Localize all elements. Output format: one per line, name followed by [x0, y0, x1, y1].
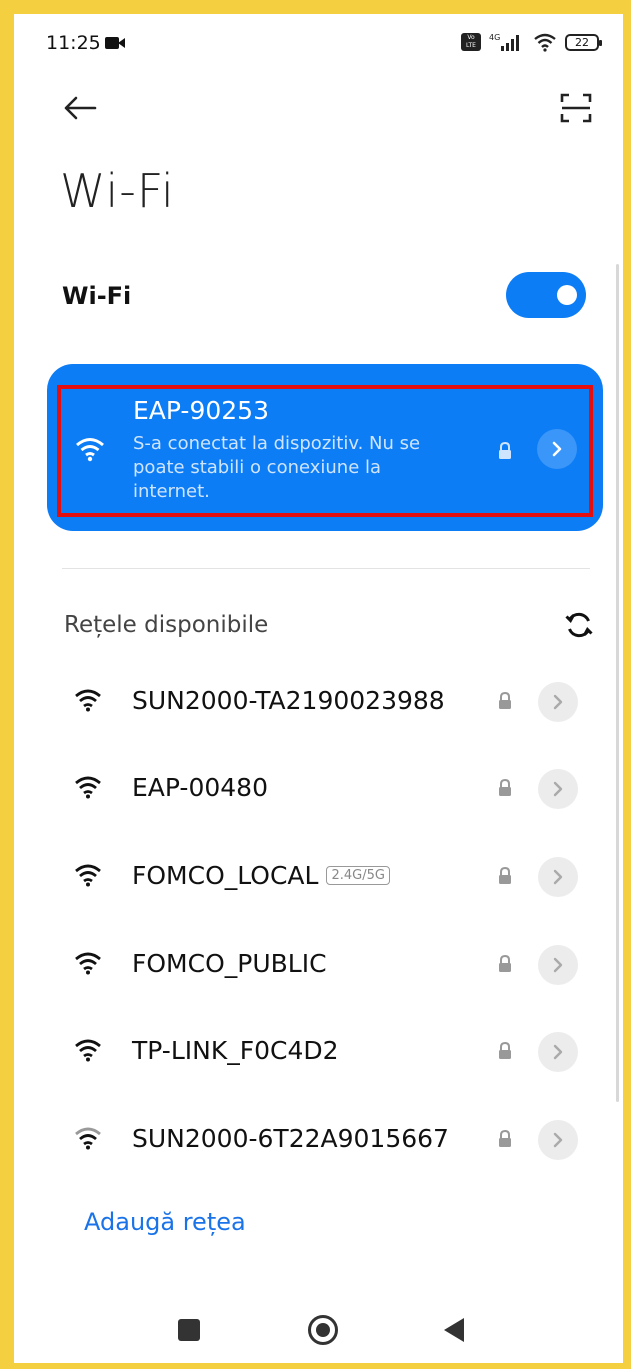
video-camera-icon: [104, 36, 127, 50]
status-time-text: 11:25: [46, 32, 101, 54]
network-name: SUN2000-TA2190023988: [132, 686, 445, 715]
lock-icon: [499, 955, 511, 972]
lock-icon: [499, 692, 511, 709]
lock-icon: [499, 1042, 511, 1059]
network-name-text: FOMCO_LOCAL: [132, 861, 319, 890]
network-name: FOMCO_PUBLIC: [132, 949, 327, 978]
network-details-button[interactable]: [538, 769, 578, 809]
cellular-signal-icon: 4G: [489, 33, 519, 51]
connected-network-name: EAP-90253: [133, 396, 269, 425]
status-icons: Vo LTE 4G 22: [461, 32, 602, 52]
network-name: EAP-00480: [132, 773, 268, 802]
chevron-right-icon: [553, 781, 563, 797]
wifi-signal-icon: [75, 689, 101, 712]
network-name-text: FOMCO_PUBLIC: [132, 949, 327, 978]
wifi-signal-icon: [75, 952, 101, 975]
band-badge: 2.4G/5G: [326, 866, 390, 885]
network-row[interactable]: FOMCO_PUBLIC: [14, 935, 623, 995]
available-networks-header: Rețele disponibile: [64, 612, 269, 638]
network-details-button[interactable]: [538, 857, 578, 897]
network-details-button[interactable]: [538, 682, 578, 722]
home-button[interactable]: [308, 1315, 338, 1345]
navigation-bar: [14, 1299, 623, 1359]
network-details-button[interactable]: [538, 1120, 578, 1160]
lock-icon: [499, 442, 511, 459]
wifi-toggle-label: Wi-Fi: [62, 282, 132, 310]
network-name: FOMCO_LOCAL 2.4G/5G: [132, 861, 390, 890]
chevron-right-icon: [553, 1132, 563, 1148]
network-details-button[interactable]: [537, 429, 577, 469]
wifi-signal-icon: [75, 1127, 101, 1150]
network-details-button[interactable]: [538, 945, 578, 985]
network-row[interactable]: FOMCO_LOCAL 2.4G/5G: [14, 847, 623, 907]
network-name: TP-LINK_F0C4D2: [132, 1036, 339, 1065]
network-row[interactable]: EAP-00480: [14, 759, 623, 819]
nav-back-button[interactable]: [444, 1318, 464, 1342]
network-row[interactable]: SUN2000-TA2190023988: [14, 672, 623, 732]
divider: [62, 568, 590, 569]
refresh-icon: [565, 612, 593, 638]
network-type-label: 4G: [489, 33, 500, 42]
back-button[interactable]: [58, 86, 102, 130]
connected-network-card[interactable]: EAP-90253 S-a conectat la dispozitiv. Nu…: [47, 364, 603, 531]
status-time: 11:25: [46, 32, 127, 54]
wifi-signal-icon: [75, 864, 101, 887]
network-name-text: TP-LINK_F0C4D2: [132, 1036, 339, 1065]
wifi-signal-icon: [75, 776, 101, 799]
phone-screen: 11:25 Vo LTE 4G 22 Wi-Fi Wi-Fi EAP-90253…: [14, 14, 623, 1363]
lock-icon: [499, 779, 511, 796]
scan-icon: [560, 93, 592, 123]
chevron-right-icon: [553, 1044, 563, 1060]
add-network-link[interactable]: Adaugă rețea: [84, 1208, 246, 1236]
network-row[interactable]: SUN2000-6T22A9015667: [14, 1110, 623, 1170]
volte-icon: Vo LTE: [461, 33, 481, 51]
network-name-text: SUN2000-TA2190023988: [132, 686, 445, 715]
chevron-right-icon: [553, 694, 563, 710]
lock-icon: [499, 867, 511, 884]
wifi-toggle-switch[interactable]: [506, 272, 586, 318]
network-name-text: EAP-00480: [132, 773, 268, 802]
page-title: Wi-Fi: [60, 164, 175, 218]
network-details-button[interactable]: [538, 1032, 578, 1072]
scrollbar[interactable]: [616, 264, 619, 1102]
chevron-right-icon: [553, 957, 563, 973]
network-name-text: SUN2000-6T22A9015667: [132, 1124, 449, 1153]
scan-qr-button[interactable]: [554, 86, 598, 130]
network-name: SUN2000-6T22A9015667: [132, 1124, 449, 1153]
battery-level: 22: [575, 35, 589, 49]
network-row[interactable]: TP-LINK_F0C4D2: [14, 1022, 623, 1082]
recent-apps-button[interactable]: [178, 1319, 200, 1341]
arrow-left-icon: [64, 96, 97, 120]
refresh-button[interactable]: [564, 610, 594, 644]
chevron-right-icon: [552, 441, 562, 457]
wifi-signal-icon: [75, 1039, 101, 1062]
wifi-status-icon: [534, 33, 556, 52]
battery-icon: 22: [565, 33, 602, 51]
connected-network-status: S-a conectat la dispozitiv. Nu se poate …: [133, 433, 421, 502]
lock-icon: [499, 1130, 511, 1147]
chevron-right-icon: [553, 869, 563, 885]
toggle-knob: [557, 285, 577, 305]
wifi-signal-icon: [76, 438, 104, 462]
